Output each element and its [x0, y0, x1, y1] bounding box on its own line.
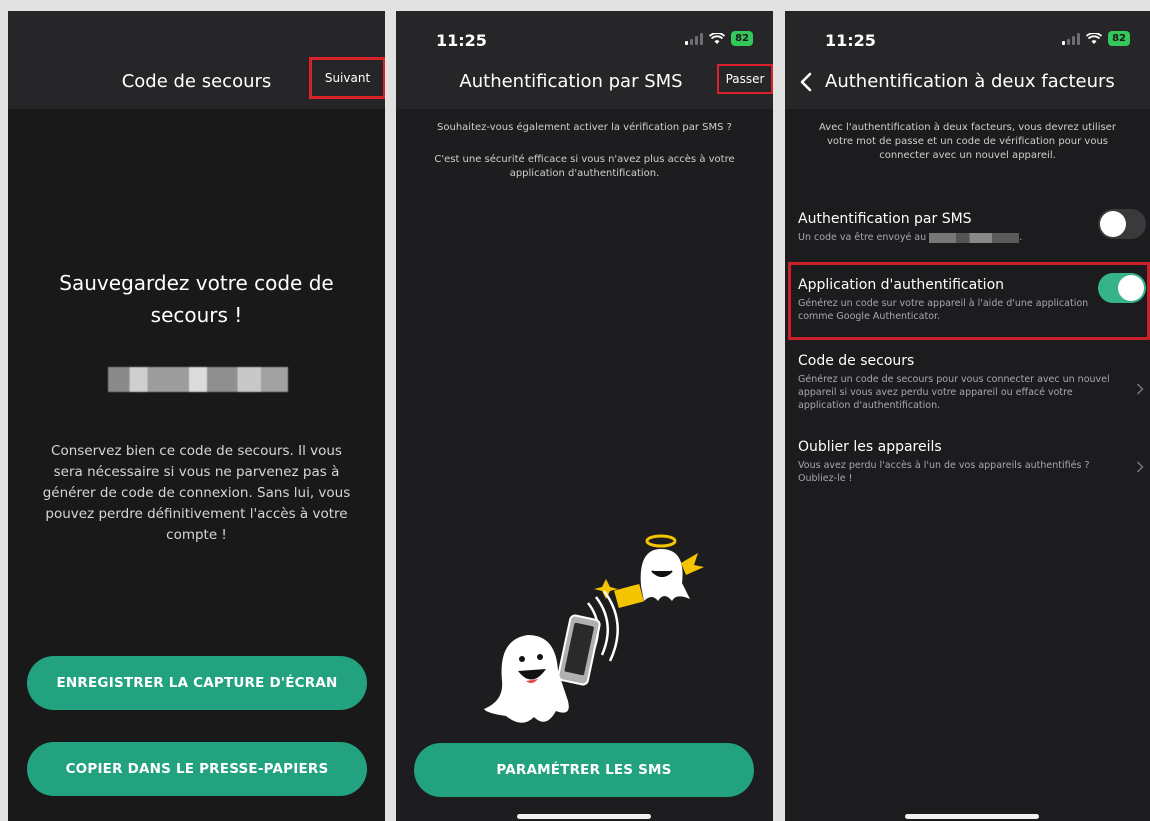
status-icons: 82	[1062, 31, 1130, 46]
chevron-right-icon	[1136, 461, 1144, 473]
battery-icon: 82	[731, 31, 753, 46]
setting-desc: Générez un code de secours pour vous con…	[798, 374, 1110, 411]
nav-bar	[396, 11, 773, 109]
sms-description: C'est une sécurité efficace si vous n'av…	[434, 154, 735, 179]
phone-screen-backup-code: Code de secours Suivant Sauvegardez votr…	[8, 11, 385, 821]
sms-question: Souhaitez-vous également activer la véri…	[437, 122, 732, 133]
page-title: Authentification à deux facteurs	[825, 71, 1115, 92]
setting-auth-app[interactable]: Application d'authentification Générez u…	[798, 273, 1150, 323]
sms-auth-toggle[interactable]	[1098, 209, 1146, 239]
setting-desc: Générez un code sur votre appareil à l'a…	[798, 298, 1089, 322]
redacted-phone-number	[929, 232, 1020, 243]
status-icons: 82	[685, 31, 753, 46]
skip-button[interactable]: Passer	[717, 64, 773, 94]
two-factor-intro: Avec l'authentification à deux facteurs,…	[819, 122, 1116, 161]
signal-icon	[1062, 32, 1081, 45]
next-button[interactable]: Suivant	[309, 57, 385, 99]
home-indicator	[517, 814, 651, 819]
setting-desc: Vous avez perdu l'accès à l'un de vos ap…	[798, 460, 1090, 484]
redacted-backup-code	[108, 367, 288, 392]
status-time: 11:25	[436, 31, 487, 50]
save-screenshot-button[interactable]: ENREGISTRER LA CAPTURE D'ÉCRAN	[27, 656, 367, 710]
wifi-icon	[709, 32, 726, 44]
setting-backup-code[interactable]: Code de secours Générez un code de secou…	[798, 353, 1150, 412]
auth-app-toggle[interactable]	[1098, 273, 1146, 303]
back-arrow-icon[interactable]	[797, 71, 817, 93]
setting-desc: Un code va être envoyé au	[798, 232, 927, 243]
setup-sms-button[interactable]: PARAMÉTRER LES SMS	[414, 743, 754, 797]
backup-description: Conservez bien ce code de secours. Il vo…	[42, 443, 351, 543]
setting-title: Oublier les appareils	[798, 439, 942, 455]
nav-bar	[785, 11, 1150, 109]
setting-sms-auth[interactable]: Authentification par SMS Un code va être…	[798, 209, 1150, 244]
battery-icon: 82	[1108, 31, 1130, 46]
page-title: Authentification par SMS	[459, 71, 683, 92]
signal-icon	[685, 32, 704, 45]
wifi-icon	[1086, 32, 1103, 44]
phone-screen-two-factor: 11:25 82 Authentification à deux facteur…	[785, 11, 1150, 821]
backup-heading: Sauvegardez votre code de secours !	[59, 271, 334, 327]
chevron-right-icon	[1136, 383, 1144, 395]
status-time: 11:25	[825, 31, 876, 50]
phone-screen-sms-auth: 11:25 82 Authentification par SMS Passer…	[396, 11, 773, 821]
setting-title: Code de secours	[798, 353, 915, 369]
copy-to-clipboard-button[interactable]: COPIER DANS LE PRESSE-PAPIERS	[27, 742, 367, 796]
home-indicator	[905, 814, 1039, 819]
setting-forget-devices[interactable]: Oublier les appareils Vous avez perdu l'…	[798, 439, 1150, 485]
ghost-illustration	[484, 534, 704, 723]
